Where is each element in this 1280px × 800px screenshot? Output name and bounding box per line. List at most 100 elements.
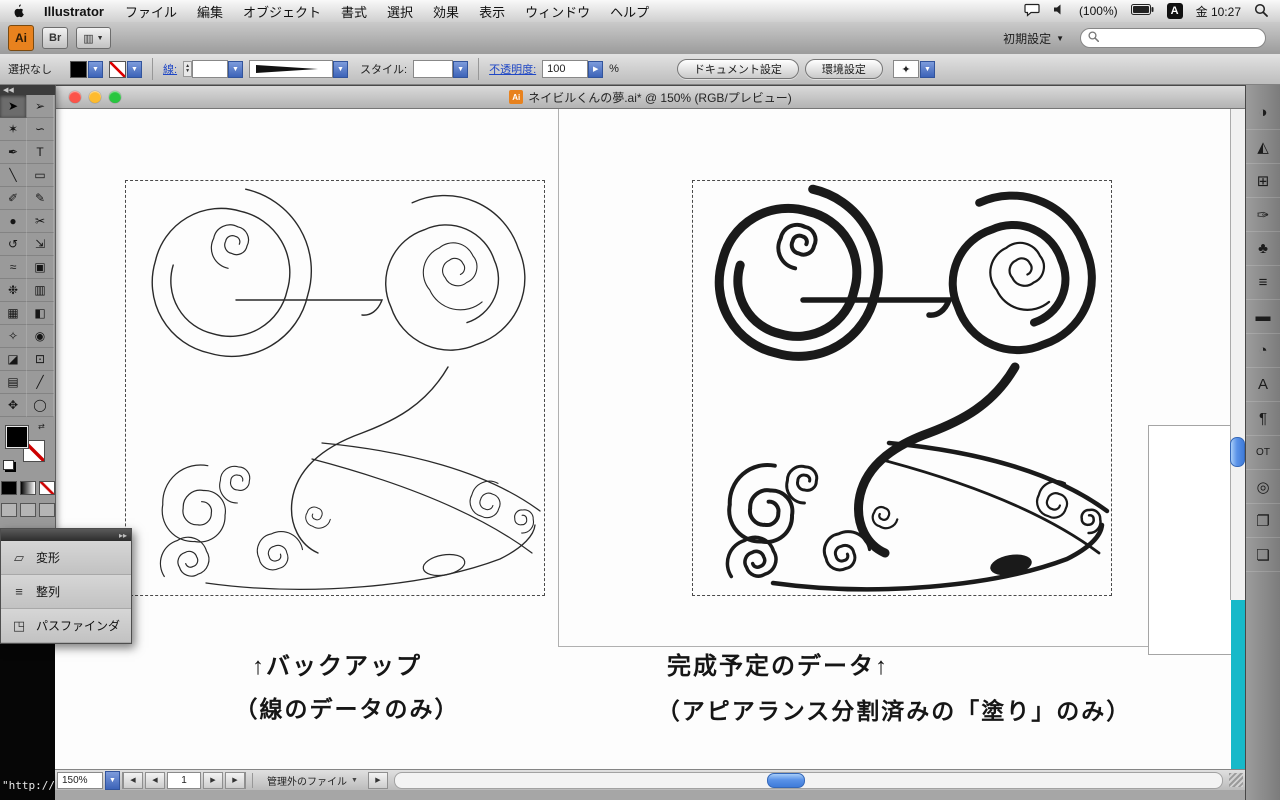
normal-screen-mode-button[interactable]	[0, 503, 17, 517]
scale-tool[interactable]: ⇲	[27, 233, 54, 256]
graphic-styles-panel-icon[interactable]: ❐	[1246, 504, 1280, 538]
panel-tab-pathfinder[interactable]: ◳ パスファインダ	[1, 609, 131, 643]
previous-page-button[interactable]: ◀	[145, 771, 165, 789]
preferences-button[interactable]: 環境設定	[804, 59, 883, 79]
style-field[interactable]	[413, 60, 454, 78]
pen-tool[interactable]: ✒	[0, 141, 27, 164]
stroke-color-swatch[interactable]	[109, 60, 126, 78]
zoom-level-dropdown[interactable]: ▼	[105, 770, 120, 790]
type-tool[interactable]: T	[27, 141, 54, 164]
scroll-left-button[interactable]: ▶	[367, 771, 388, 789]
rectangle-tool[interactable]: ▭	[27, 164, 54, 187]
transparency-panel-icon[interactable]: ◔	[1246, 334, 1280, 368]
stroke-color-dropdown[interactable]: ▼	[127, 60, 142, 78]
final-artwork[interactable]	[692, 180, 1112, 596]
selection-tool[interactable]: ➤	[0, 95, 27, 118]
color-panel-icon[interactable]: ◑	[1246, 96, 1280, 130]
menu-help[interactable]: ヘルプ	[600, 2, 659, 21]
scissors-tool[interactable]: ✂	[27, 210, 54, 233]
select-similar-dropdown[interactable]: ▼	[919, 60, 935, 78]
align-panel-icon[interactable]: ≡	[1246, 266, 1280, 300]
collapse-panel-icon[interactable]: ◀◀	[3, 86, 14, 94]
spotlight-icon[interactable]	[1254, 3, 1268, 20]
menu-clock[interactable]: 金 10:27	[1196, 3, 1241, 20]
stroke-panel-icon[interactable]: ▬	[1246, 300, 1280, 334]
fill-color-swatch[interactable]	[70, 60, 87, 78]
pencil-tool[interactable]: ✎	[27, 187, 54, 210]
none-button[interactable]	[38, 481, 55, 495]
floating-panel-header[interactable]: ▸▸	[1, 529, 131, 541]
color-button[interactable]	[0, 481, 17, 495]
brush-definition-field[interactable]	[249, 60, 334, 78]
fill-swatch[interactable]	[6, 426, 28, 448]
blob-brush-tool[interactable]: ●	[0, 210, 27, 233]
canvas[interactable]: ↑バックアップ （線のデータのみ） 完成予定のデータ↑ （アピアランス分割済みの…	[55, 109, 1246, 770]
hand-tool[interactable]: ✥	[0, 394, 27, 417]
lasso-tool[interactable]: ∽	[27, 118, 54, 141]
character-panel-icon[interactable]: A	[1246, 368, 1280, 402]
slice-tool[interactable]: ╱	[27, 371, 54, 394]
zoom-button[interactable]	[109, 91, 121, 103]
close-button[interactable]	[69, 91, 81, 103]
volume-icon[interactable]	[1053, 3, 1066, 19]
default-fill-stroke-icon[interactable]	[3, 460, 14, 470]
first-page-button[interactable]: ◀	[122, 771, 143, 789]
graph-tool[interactable]: ▥	[27, 279, 54, 302]
brush-definition-dropdown[interactable]: ▼	[333, 60, 349, 78]
eyedropper-tool[interactable]: ✧	[0, 325, 27, 348]
gradient-tool[interactable]: ◧	[27, 302, 54, 325]
horizontal-scrollbar-thumb[interactable]	[767, 772, 806, 788]
color-guide-panel-icon[interactable]: ◭	[1246, 130, 1280, 164]
minimize-button[interactable]	[89, 91, 101, 103]
brushes-panel-icon[interactable]: ✑	[1246, 198, 1280, 232]
document-setup-button[interactable]: ドキュメント設定	[676, 59, 799, 79]
magic-wand-tool[interactable]: ✶	[0, 118, 27, 141]
expand-panel-icon[interactable]: ▸▸	[119, 531, 127, 540]
tools-panel-header[interactable]: ◀◀	[0, 84, 55, 95]
page-number-field[interactable]: 1	[167, 771, 201, 789]
document-title-bar[interactable]: Ai ネイビルくんの夢.ai* @ 150% (RGB/プレビュー)	[55, 86, 1246, 109]
horizontal-scrollbar[interactable]	[393, 771, 1223, 789]
fullscreen-mode-button[interactable]	[38, 503, 55, 517]
rotate-tool[interactable]: ↺	[0, 233, 27, 256]
stroke-weight-field[interactable]	[192, 60, 229, 78]
panel-tab-align[interactable]: ≡ 整列	[1, 575, 131, 609]
opacity-panel-link[interactable]: 不透明度:	[489, 61, 536, 77]
attributes-panel-icon[interactable]: ◎	[1246, 470, 1280, 504]
symbol-sprayer-tool[interactable]: ❉	[0, 279, 27, 302]
vertical-scrollbar[interactable]	[1230, 109, 1246, 600]
opacity-field[interactable]: 100	[542, 60, 589, 78]
live-paint-bucket-tool[interactable]: ◪	[0, 348, 27, 371]
line-segment-tool[interactable]: ╲	[0, 164, 27, 187]
swatches-panel-icon[interactable]: ⊞	[1246, 164, 1280, 198]
style-dropdown[interactable]: ▼	[453, 60, 469, 78]
arrange-documents-button[interactable]: ▥ ▼	[76, 27, 111, 49]
paintbrush-tool[interactable]: ✐	[0, 187, 27, 210]
search-input[interactable]	[1104, 31, 1238, 45]
mesh-tool[interactable]: ▦	[0, 302, 27, 325]
gradient-button[interactable]	[19, 481, 36, 495]
fullscreen-with-menu-button[interactable]	[19, 503, 36, 517]
input-source-indicator[interactable]: A	[1166, 3, 1183, 19]
symbols-panel-icon[interactable]: ♣	[1246, 232, 1280, 266]
menu-type[interactable]: 書式	[331, 2, 377, 21]
menu-object[interactable]: オブジェクト	[233, 2, 331, 21]
swap-fill-stroke-icon[interactable]: ⇄	[38, 422, 45, 431]
stroke-weight-dropdown[interactable]: ▼	[228, 60, 244, 78]
paragraph-panel-icon[interactable]: ¶	[1246, 402, 1280, 436]
opacity-dropdown[interactable]: ▶	[588, 60, 604, 78]
apple-menu-icon[interactable]	[12, 3, 25, 19]
select-similar-icon[interactable]: ✦	[892, 60, 919, 78]
zoom-level-field[interactable]: 150%	[57, 771, 103, 789]
menu-view[interactable]: 表示	[469, 2, 515, 21]
next-page-button[interactable]: ▶	[203, 771, 223, 789]
direct-selection-tool[interactable]: ➢	[27, 95, 54, 118]
warp-tool[interactable]: ≈	[0, 256, 27, 279]
backup-artwork[interactable]	[125, 180, 545, 596]
opentype-panel-icon[interactable]: OT	[1246, 436, 1280, 470]
menu-file[interactable]: ファイル	[115, 2, 187, 21]
last-page-button[interactable]: ▶	[225, 771, 246, 789]
panel-tab-transform[interactable]: ▱ 変形	[1, 541, 131, 575]
vertical-scrollbar-thumb[interactable]	[1230, 437, 1245, 467]
chat-bubble-icon[interactable]	[1024, 3, 1040, 20]
